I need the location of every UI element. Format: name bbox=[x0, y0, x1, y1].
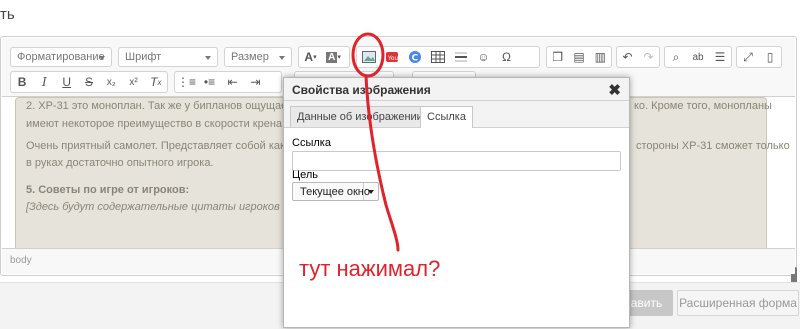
target-label: Цель bbox=[292, 169, 319, 181]
indent-icon[interactable]: ⇥ bbox=[244, 72, 267, 92]
content-line: [Здесь будут содержательные цитаты игрок… bbox=[26, 201, 316, 213]
bulleted-list-icon[interactable]: •≡ bbox=[198, 72, 221, 92]
find-icon[interactable]: ⌕ bbox=[665, 47, 687, 67]
chevron-down-icon bbox=[205, 56, 211, 60]
svg-text:You: You bbox=[387, 55, 399, 62]
tab-image-info[interactable]: Данные об изображении bbox=[290, 106, 430, 127]
content-line: имеют некоторое преимущество в скорости … bbox=[26, 118, 319, 130]
link-url-input[interactable] bbox=[292, 151, 621, 171]
size-combo-label: Размер bbox=[231, 51, 269, 63]
content-line: в руках достаточно опытного игрока. bbox=[26, 157, 214, 169]
google-icon[interactable]: C bbox=[403, 47, 426, 67]
smiley-icon[interactable]: ☺ bbox=[472, 47, 495, 67]
annotation-text: тут нажимал? bbox=[299, 256, 441, 281]
special-char-icon[interactable]: Ω bbox=[495, 47, 518, 67]
image-icon[interactable] bbox=[357, 47, 380, 67]
replace-icon[interactable]: ab bbox=[687, 47, 709, 67]
italic-icon[interactable]: I bbox=[33, 72, 55, 92]
extended-form-button[interactable]: Расширенная форма bbox=[677, 290, 799, 316]
link-label: Ссылка bbox=[292, 137, 331, 149]
maximize-icon[interactable]: ⤢ bbox=[737, 47, 759, 67]
paste-text-icon[interactable]: ▥ bbox=[590, 47, 611, 67]
table-icon[interactable] bbox=[426, 47, 449, 67]
content-heading: 5. Советы по игре от игроков: bbox=[26, 184, 190, 196]
youtube-icon[interactable]: You bbox=[380, 47, 403, 67]
image-properties-dialog: Свойства изображения ✖ Данные об изображ… bbox=[283, 77, 630, 328]
tab-link[interactable]: Ссылка bbox=[420, 106, 473, 128]
target-select-value: Текущее окно bbox=[300, 186, 370, 198]
numbered-list-icon[interactable]: ⋮≡ bbox=[175, 72, 198, 92]
chevron-down-icon bbox=[99, 56, 105, 60]
select-all-icon[interactable]: ☰ bbox=[709, 47, 731, 67]
content-line: ко. Кроме того, монопланы bbox=[634, 100, 772, 112]
content-line: 2. ХР-31 это моноплан. Так же у бипланов… bbox=[26, 100, 319, 112]
text-color-icon[interactable]: A ▾ bbox=[299, 47, 322, 67]
hr-icon[interactable] bbox=[449, 47, 472, 67]
font-combo-label: Шрифт bbox=[125, 51, 162, 63]
paste-icon[interactable]: ▤ bbox=[568, 47, 589, 67]
copy-icon[interactable]: ❐ bbox=[547, 47, 568, 67]
undo-icon[interactable]: ↶ bbox=[617, 47, 638, 67]
chevron-down-icon bbox=[368, 190, 374, 194]
content-line: Очень приятный самолет. Представляет соб… bbox=[26, 140, 318, 152]
chevron-down-icon bbox=[279, 56, 285, 60]
source-icon[interactable]: ▯ bbox=[759, 47, 781, 67]
remove-format-icon[interactable]: Tx bbox=[145, 72, 167, 92]
bg-color-icon[interactable]: A ▾ bbox=[322, 47, 345, 67]
underline-icon[interactable]: U bbox=[56, 72, 78, 92]
close-icon[interactable]: ✖ bbox=[608, 81, 621, 99]
svg-text:C: C bbox=[411, 54, 418, 64]
outdent-icon[interactable]: ⇤ bbox=[221, 72, 244, 92]
target-select[interactable]: Текущее окно bbox=[292, 182, 379, 201]
content-line: стороны ХР-31 сможет только bbox=[636, 140, 790, 152]
redo-icon[interactable]: ↷ bbox=[638, 47, 659, 67]
dialog-tabs: Данные об изображении Ссылка bbox=[284, 101, 629, 128]
bold-icon[interactable]: B bbox=[11, 72, 33, 92]
strike-icon[interactable]: S bbox=[78, 72, 100, 92]
superscript-icon[interactable]: x² bbox=[122, 72, 144, 92]
size-combo[interactable]: Размер bbox=[224, 47, 292, 67]
format-combo[interactable]: Форматирование bbox=[10, 47, 112, 67]
dialog-title: Свойства изображения bbox=[284, 78, 629, 101]
format-combo-label: Форматирование bbox=[17, 51, 105, 63]
subscript-icon[interactable]: x₂ bbox=[100, 72, 122, 92]
font-combo[interactable]: Шрифт bbox=[118, 47, 218, 67]
page-title-fragment: ть bbox=[0, 6, 15, 23]
